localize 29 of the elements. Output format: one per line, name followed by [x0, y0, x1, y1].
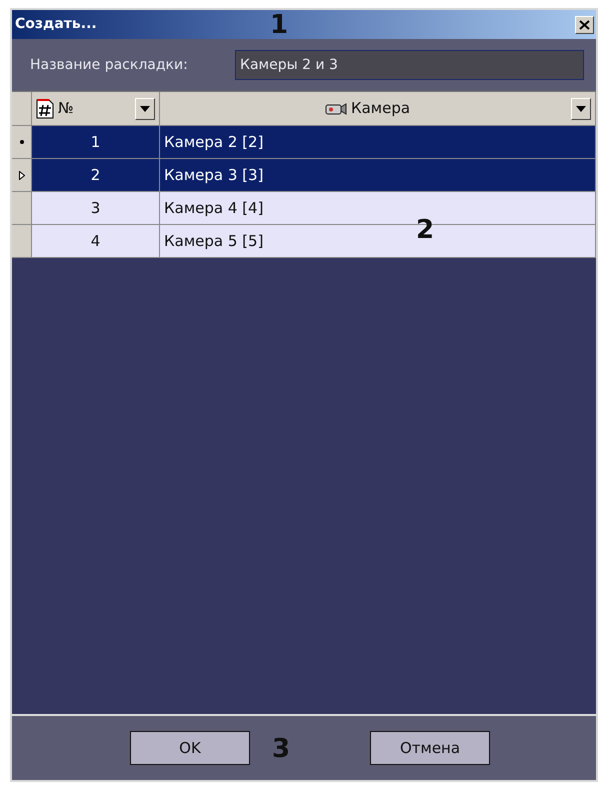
table-cell: 2: [32, 159, 160, 191]
window-title: Создать...: [15, 15, 97, 34]
hash-document-icon: [36, 98, 54, 118]
camera-icon: [324, 102, 347, 114]
table-cell: 4: [32, 225, 160, 257]
callout-number: 1: [270, 12, 288, 38]
layout-name-field[interactable]: Камеры 2 и 3: [235, 50, 584, 80]
table-cell: 1: [32, 126, 160, 158]
close-icon: [579, 20, 590, 30]
dropdown-arrow-icon: [140, 106, 150, 112]
column-header[interactable]: №: [32, 92, 160, 125]
table-row[interactable]: 2 Камера 3 [3]: [12, 159, 596, 192]
row-selector[interactable]: [12, 126, 32, 158]
table-cell: 3: [32, 192, 160, 224]
table-cell: Камера 3 [3]: [160, 159, 596, 191]
table-row[interactable]: 1 Камера 2 [2]: [12, 126, 596, 159]
triangle-icon: [18, 170, 24, 180]
current-row-icon: [20, 140, 24, 144]
dropdown-button[interactable]: [135, 98, 155, 120]
dropdown-button[interactable]: [571, 98, 591, 120]
table-cell: Камера 2 [2]: [160, 126, 596, 158]
field-label: Название раскладки:: [30, 56, 189, 74]
callout-number: 3: [272, 736, 290, 762]
ok-button[interactable]: OK: [130, 731, 250, 765]
close-button[interactable]: [575, 16, 594, 34]
column-header[interactable]: Камера: [160, 92, 596, 125]
cancel-button[interactable]: Отмена: [370, 731, 490, 765]
row-selector[interactable]: [12, 159, 32, 191]
dropdown-arrow-icon: [576, 106, 586, 112]
